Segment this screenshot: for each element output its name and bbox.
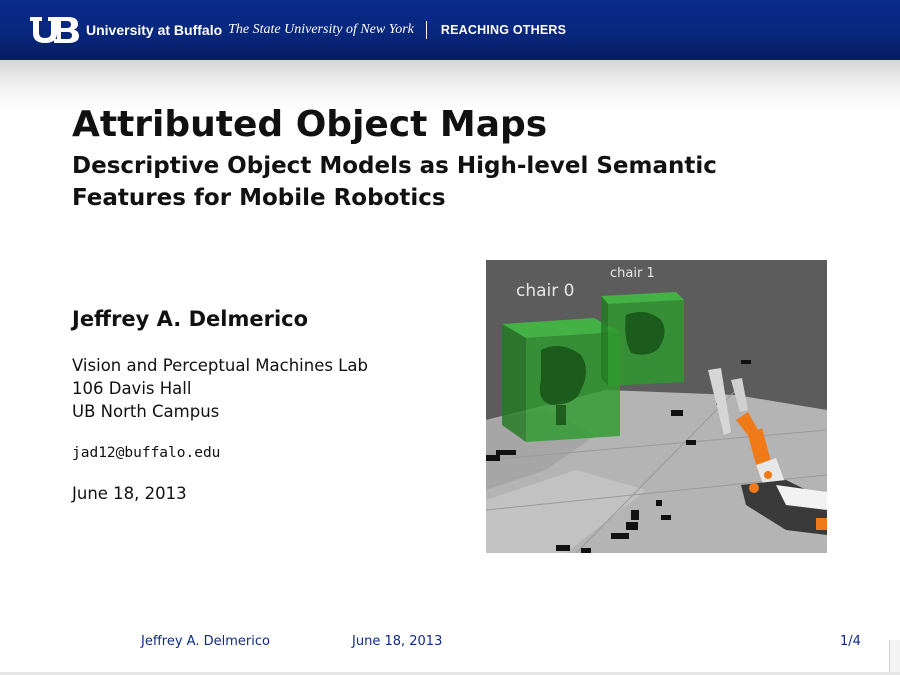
presentation-date: June 18, 2013: [72, 484, 187, 503]
affiliation-line: UB North Campus: [72, 402, 220, 421]
affiliation-line: Vision and Perceptual Machines Lab: [72, 356, 368, 375]
author-email: jad12@buffalo.edu: [72, 445, 221, 461]
university-name: University at Buffalo: [86, 22, 223, 38]
label-chair-1: chair 1: [610, 266, 655, 281]
affiliation-line: 106 Davis Hall: [72, 379, 192, 398]
object-map-render: chair 0 chair 1: [486, 266, 827, 553]
banner-shadow: [0, 60, 900, 110]
scroll-marker[interactable]: [889, 640, 900, 675]
footer-page-number: 1/4: [840, 634, 861, 649]
footer-author: Jeffrey A. Delmerico: [141, 634, 270, 649]
affiliation: Vision and Perceptual Machines Lab 106 D…: [72, 354, 368, 423]
object-map-figure: chair 0 chair 1: [486, 260, 827, 553]
slide-title: Attributed Object Maps: [72, 104, 548, 145]
header-banner: UB University at Buffalo The State Unive…: [0, 0, 900, 60]
banner-tagline: REACHING OTHERS: [440, 23, 567, 37]
banner-divider: [425, 21, 427, 39]
university-subtitle: The State University of New York: [228, 22, 414, 37]
label-chair-0: chair 0: [516, 281, 574, 301]
footer-date: June 18, 2013: [352, 634, 443, 649]
slide-subtitle: Descriptive Object Models as High-level …: [72, 153, 717, 211]
chair-1-box: [601, 292, 684, 386]
ub-logo: UB: [30, 17, 79, 43]
author-name: Jeffrey A. Delmerico: [72, 307, 309, 331]
